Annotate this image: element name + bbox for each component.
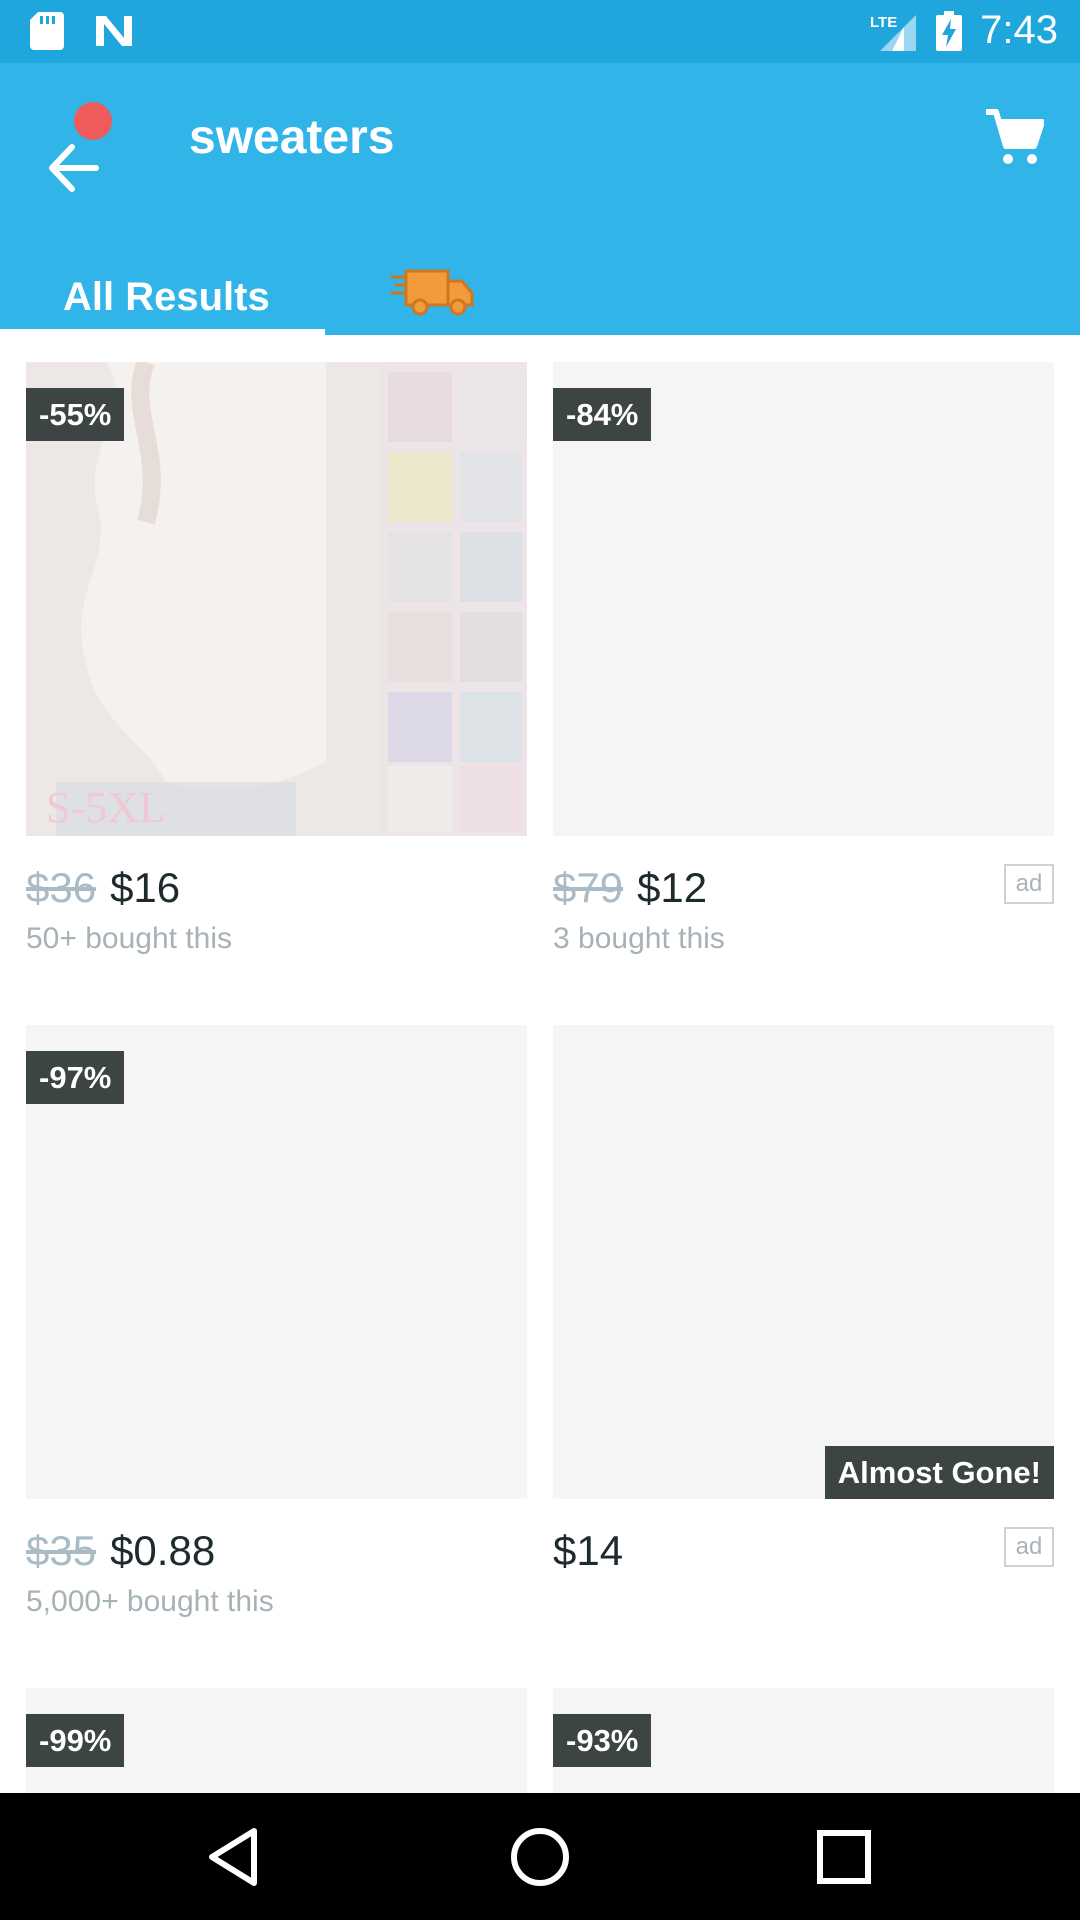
- discount-badge: -55%: [26, 388, 125, 441]
- price-row: $35 $0.88: [26, 1527, 215, 1577]
- sale-price: $16: [110, 864, 181, 911]
- original-price: $35: [26, 1527, 97, 1574]
- product-image[interactable]: -93%: [553, 1688, 1054, 1793]
- svg-text:LTE: LTE: [870, 14, 897, 31]
- ad-tag: ad: [1004, 1527, 1054, 1567]
- discount-badge: -99%: [26, 1714, 125, 1767]
- sd-card-icon: [30, 12, 64, 50]
- discount-badge: -84%: [553, 388, 652, 441]
- product-image[interactable]: -84%: [553, 362, 1054, 836]
- lte-signal-icon: LTE: [870, 14, 917, 51]
- product-grid: S-5XL -55% $36 $16 50+ bought this -84% …: [0, 335, 1080, 1793]
- triangle-back-icon[interactable]: [204, 1825, 268, 1889]
- notification-dot: [74, 102, 112, 140]
- app-bar: sweaters All Results: [0, 63, 1080, 335]
- price-row: $14: [553, 1527, 623, 1577]
- discount-badge: -97%: [26, 1051, 125, 1104]
- page-title: sweaters: [189, 111, 395, 164]
- tab-express-shipping[interactable]: [380, 249, 490, 335]
- product-card[interactable]: -84% $79 $12 ad 3 bought this: [553, 362, 1054, 982]
- square-recents-icon[interactable]: [812, 1825, 876, 1889]
- product-image[interactable]: -99%: [26, 1688, 527, 1793]
- product-image[interactable]: -97%: [26, 1025, 527, 1499]
- sale-price: $12: [637, 864, 708, 911]
- bought-count: 5,000+ bought this: [26, 1585, 274, 1618]
- battery-charging-icon: [936, 10, 963, 51]
- product-image[interactable]: S-5XL -55%: [26, 362, 527, 836]
- product-card[interactable]: -99%: [26, 1688, 527, 1793]
- circle-home-icon[interactable]: [508, 1825, 572, 1889]
- sale-price: $0.88: [110, 1527, 216, 1574]
- bought-count: 3 bought this: [553, 922, 725, 955]
- status-bar: LTE 7:43: [0, 0, 1080, 63]
- tab-all-results[interactable]: All Results: [0, 249, 325, 335]
- original-price: $79: [553, 864, 624, 911]
- cart-icon[interactable]: [984, 108, 1044, 168]
- delivery-truck-icon: [390, 269, 474, 316]
- product-card[interactable]: -97% $35 $0.88 5,000+ bought this: [26, 1025, 527, 1645]
- navigation-bar: [0, 1793, 1080, 1920]
- sale-price: $14: [553, 1527, 624, 1574]
- tab-label: All Results: [63, 275, 270, 319]
- almost-gone-badge: Almost Gone!: [824, 1446, 1054, 1499]
- ad-tag: ad: [1004, 864, 1054, 904]
- product-card[interactable]: Almost Gone! $14 ad: [553, 1025, 1054, 1645]
- n-notification-icon: [96, 16, 132, 46]
- price-row: $79 $12: [553, 864, 707, 914]
- price-row: $36 $16: [26, 864, 180, 914]
- original-price: $36: [26, 864, 97, 911]
- product-image[interactable]: Almost Gone!: [553, 1025, 1054, 1499]
- status-time: 7:43: [980, 8, 1058, 52]
- bought-count: 50+ bought this: [26, 922, 233, 955]
- arrow-left-icon[interactable]: [42, 133, 112, 203]
- size-range-watermark: S-5XL: [46, 783, 166, 832]
- discount-badge: -93%: [553, 1714, 652, 1767]
- product-card[interactable]: -93%: [553, 1688, 1054, 1793]
- product-card[interactable]: S-5XL -55% $36 $16 50+ bought this: [26, 362, 527, 982]
